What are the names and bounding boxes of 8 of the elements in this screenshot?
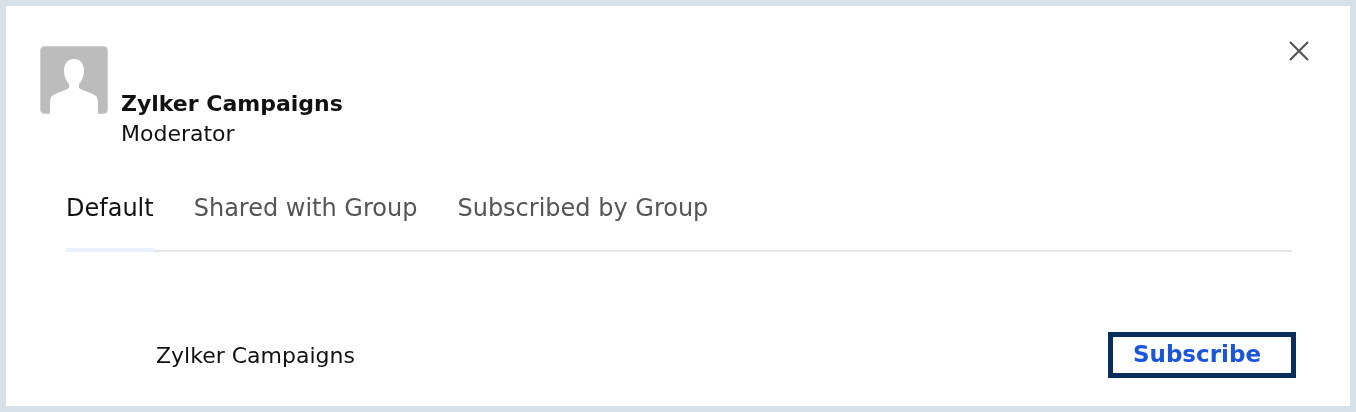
group-name: Zylker Campaigns [156,342,355,368]
avatar-icon [40,46,108,114]
subscribe-button[interactable]: Subscribe [1107,332,1296,378]
profile-name: Zylker Campaigns [121,90,343,118]
tab[interactable]: Shared with Group [193,182,418,252]
tab[interactable]: Default [66,182,154,252]
tab[interactable]: Subscribed by Group [457,182,709,252]
profile-role: Moderator [121,120,236,148]
